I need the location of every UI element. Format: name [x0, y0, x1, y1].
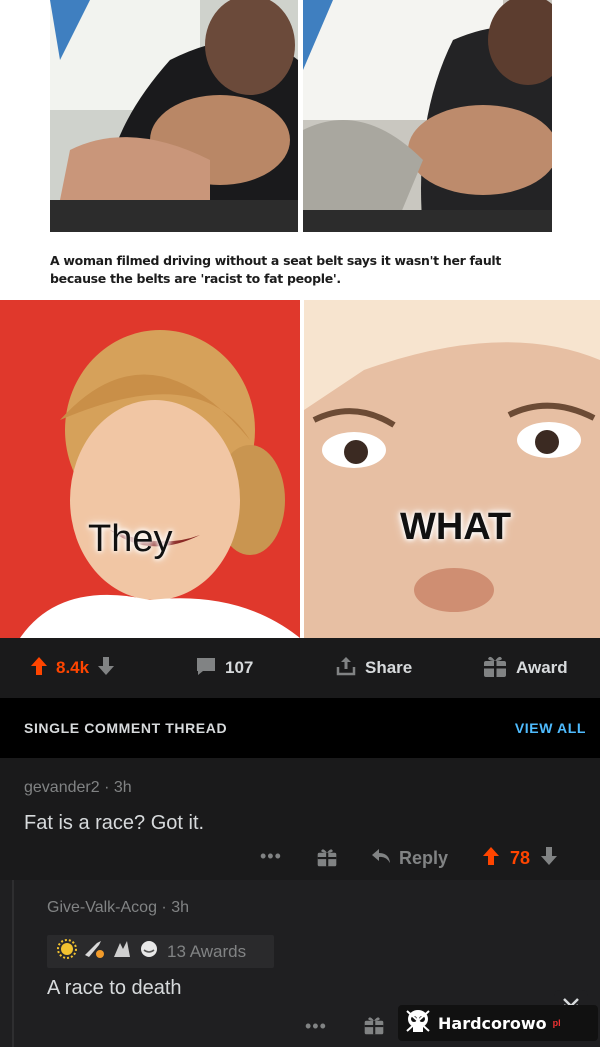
upvote-count: 8.4k — [56, 658, 90, 677]
awards-bar[interactable]: 13 Awards — [47, 935, 274, 968]
comment-age: 3h — [171, 899, 189, 916]
comment-body: A race to death — [47, 977, 182, 999]
gift-icon[interactable] — [363, 1014, 385, 1041]
vote-group: 8.4k — [30, 638, 115, 698]
comments-button[interactable]: 107 — [195, 638, 253, 698]
comment-author[interactable]: gevander2 — [24, 779, 100, 796]
meme-image: They WHAT — [0, 296, 600, 638]
rocket-award-icon — [83, 939, 105, 964]
reply-icon — [371, 847, 391, 870]
award-label: Award — [516, 658, 568, 677]
comment-body: Fat is a race? Got it. — [24, 812, 205, 834]
watermark-suffix: pl — [552, 1018, 561, 1028]
news-photo-left — [50, 0, 298, 232]
thread-header: SINGLE COMMENT THREAD VIEW ALL — [0, 698, 600, 758]
meme-panel-right — [304, 300, 600, 638]
downvote-icon[interactable] — [97, 656, 115, 681]
downvote-icon[interactable] — [540, 846, 558, 871]
gift-icon — [482, 653, 508, 684]
comment-count: 107 — [225, 658, 254, 677]
more-icon[interactable]: ••• — [305, 1016, 327, 1037]
news-photo-right — [303, 0, 552, 232]
comment-meta: gevander2 · 3h — [24, 779, 132, 797]
upvote-icon[interactable] — [482, 846, 500, 871]
hands-award-icon — [111, 939, 133, 964]
reply-button[interactable]: Reply — [371, 843, 448, 873]
news-screenshot: A woman filmed driving without a seat be… — [0, 0, 600, 296]
view-all-link[interactable]: VIEW ALL — [515, 720, 586, 736]
meme-text-they: They — [88, 518, 173, 560]
comment-vote-group: 78 — [482, 843, 558, 873]
sun-award-icon — [57, 939, 77, 964]
comment-meta: Give-Valk-Acog · 3h — [47, 899, 189, 917]
upvote-icon[interactable] — [30, 656, 48, 681]
comment-age: 3h — [113, 779, 132, 796]
comment: gevander2 · 3h Fat is a race? Got it. ••… — [0, 758, 600, 880]
skull-icon — [404, 1007, 432, 1040]
face-award-icon — [139, 939, 159, 964]
gift-icon[interactable] — [316, 846, 338, 873]
meme-text-what: WHAT — [400, 506, 512, 548]
share-button[interactable]: Share — [335, 638, 412, 698]
share-icon — [335, 655, 357, 682]
more-icon[interactable]: ••• — [260, 846, 282, 867]
thread-line[interactable] — [12, 880, 14, 1047]
meta-separator: · — [104, 779, 114, 796]
meta-separator: · — [161, 899, 172, 916]
watermark-logo: Hardcorowo pl — [398, 1005, 598, 1041]
news-caption-line2: because the belts are 'racist to fat peo… — [50, 271, 341, 286]
news-caption-line1: A woman filmed driving without a seat be… — [50, 253, 502, 268]
comment-score: 78 — [510, 847, 531, 868]
award-button[interactable]: Award — [482, 638, 568, 698]
comment-author[interactable]: Give-Valk-Acog — [47, 899, 157, 916]
news-caption: A woman filmed driving without a seat be… — [50, 252, 570, 288]
reply-label: Reply — [399, 847, 449, 868]
share-label: Share — [365, 658, 413, 677]
meme-panel-left — [0, 300, 300, 638]
comment-icon — [195, 656, 217, 681]
post-action-bar: 8.4k 107 Share Award — [0, 638, 600, 698]
watermark-text: Hardcorowo — [438, 1013, 547, 1033]
thread-title: SINGLE COMMENT THREAD — [24, 720, 228, 736]
awards-count: 13 Awards — [167, 941, 247, 961]
